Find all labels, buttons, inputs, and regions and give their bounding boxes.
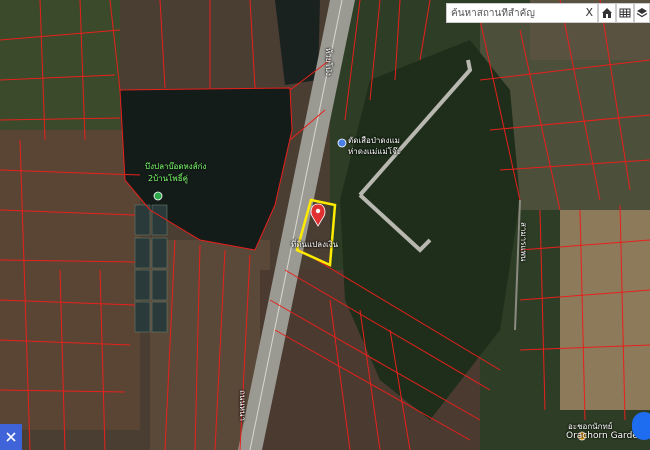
map-control-button[interactable] bbox=[632, 412, 650, 440]
park-marker bbox=[153, 191, 163, 201]
search-bar: X bbox=[446, 3, 598, 23]
layers-icon bbox=[636, 8, 648, 18]
search-input[interactable] bbox=[447, 7, 585, 19]
grid-button[interactable] bbox=[616, 3, 634, 23]
layers-button[interactable] bbox=[634, 3, 650, 23]
road-label-bottom: ถนนหนา bbox=[238, 390, 247, 422]
clear-search-button[interactable]: X bbox=[585, 6, 593, 19]
cross-button[interactable] bbox=[0, 424, 22, 450]
pin-label: ที่ดินแปลงเงิน bbox=[291, 240, 339, 249]
road-label-top: ห้วยโป่ง bbox=[324, 48, 333, 76]
cross-icon bbox=[6, 432, 16, 442]
home-icon bbox=[602, 8, 612, 18]
home-button[interactable] bbox=[598, 3, 616, 23]
poi-marker bbox=[337, 138, 347, 148]
road-label-right: สามารแพน bbox=[519, 222, 528, 262]
grid-icon bbox=[619, 8, 631, 18]
place-label-center-sub: ห่าดงแม่แม่โจ๊ะ bbox=[348, 147, 402, 156]
pond-label-sub: 2บ้านโพธิ์คู่ bbox=[148, 174, 188, 183]
